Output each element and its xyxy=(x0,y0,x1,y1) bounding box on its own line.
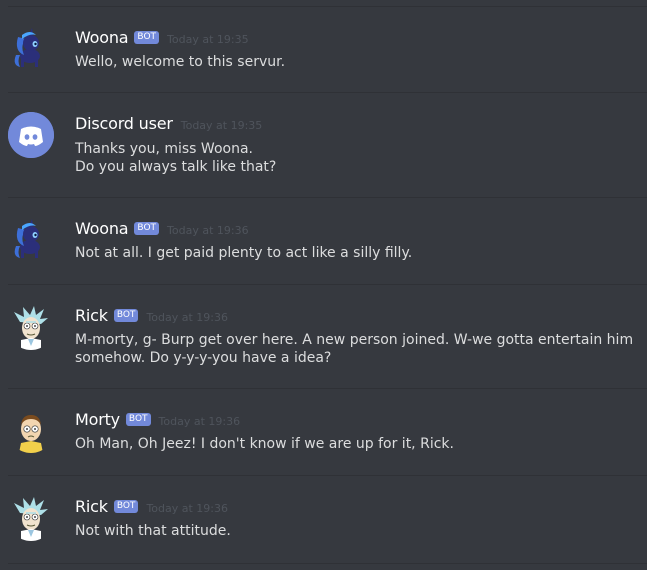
username[interactable]: Rick xyxy=(75,306,108,325)
message-divider xyxy=(8,6,647,7)
message-line: M-morty, g- Burp get over here. A new pe… xyxy=(75,332,634,348)
message-divider xyxy=(8,197,647,198)
rick-avatar[interactable] xyxy=(8,495,54,541)
woona-pony-avatar[interactable] xyxy=(8,25,54,71)
message-divider xyxy=(8,388,647,389)
message-divider xyxy=(8,284,647,285)
timestamp: Today at 19:36 xyxy=(167,224,249,237)
username[interactable]: Discord user xyxy=(75,114,173,133)
timestamp: Today at 19:35 xyxy=(180,119,263,132)
message-line: Thanks you, miss Woona. xyxy=(75,141,253,157)
woona-pony-avatar[interactable] xyxy=(8,216,54,262)
bot-tag: BOT xyxy=(134,31,160,44)
message-divider xyxy=(8,475,647,476)
message-line: Not at all. I get paid plenty to act lik… xyxy=(75,245,413,261)
morty-avatar[interactable] xyxy=(8,407,54,453)
username[interactable]: Woona xyxy=(75,28,129,47)
message-line: Not with that attitude. xyxy=(75,523,231,539)
bot-tag: BOT xyxy=(113,309,139,322)
bot-tag: BOT xyxy=(113,500,139,513)
message-line: Do you always talk like that? xyxy=(75,159,277,175)
username[interactable]: Woona xyxy=(75,219,129,238)
bot-tag: BOT xyxy=(134,222,160,235)
message-line: Wello, welcome to this servur. xyxy=(75,54,286,70)
timestamp: Today at 19:36 xyxy=(146,311,228,324)
chat-messages: Woona BOT Today at 19:35 Wello, welcome … xyxy=(0,0,647,570)
message-line: Oh Man, Oh Jeez! I don't know if we are … xyxy=(75,436,454,452)
message-divider xyxy=(8,92,647,93)
message-divider xyxy=(8,563,647,564)
bot-tag: BOT xyxy=(125,413,151,426)
message-line: somehow. Do y-y-y-you have a idea? xyxy=(75,350,332,366)
timestamp: Today at 19:36 xyxy=(146,502,228,515)
rick-avatar[interactable] xyxy=(8,304,54,350)
discord-logo-avatar[interactable] xyxy=(8,112,54,158)
timestamp: Today at 19:36 xyxy=(158,415,241,428)
username[interactable]: Morty xyxy=(75,410,120,429)
timestamp: Today at 19:35 xyxy=(167,33,249,46)
username[interactable]: Rick xyxy=(75,497,108,516)
